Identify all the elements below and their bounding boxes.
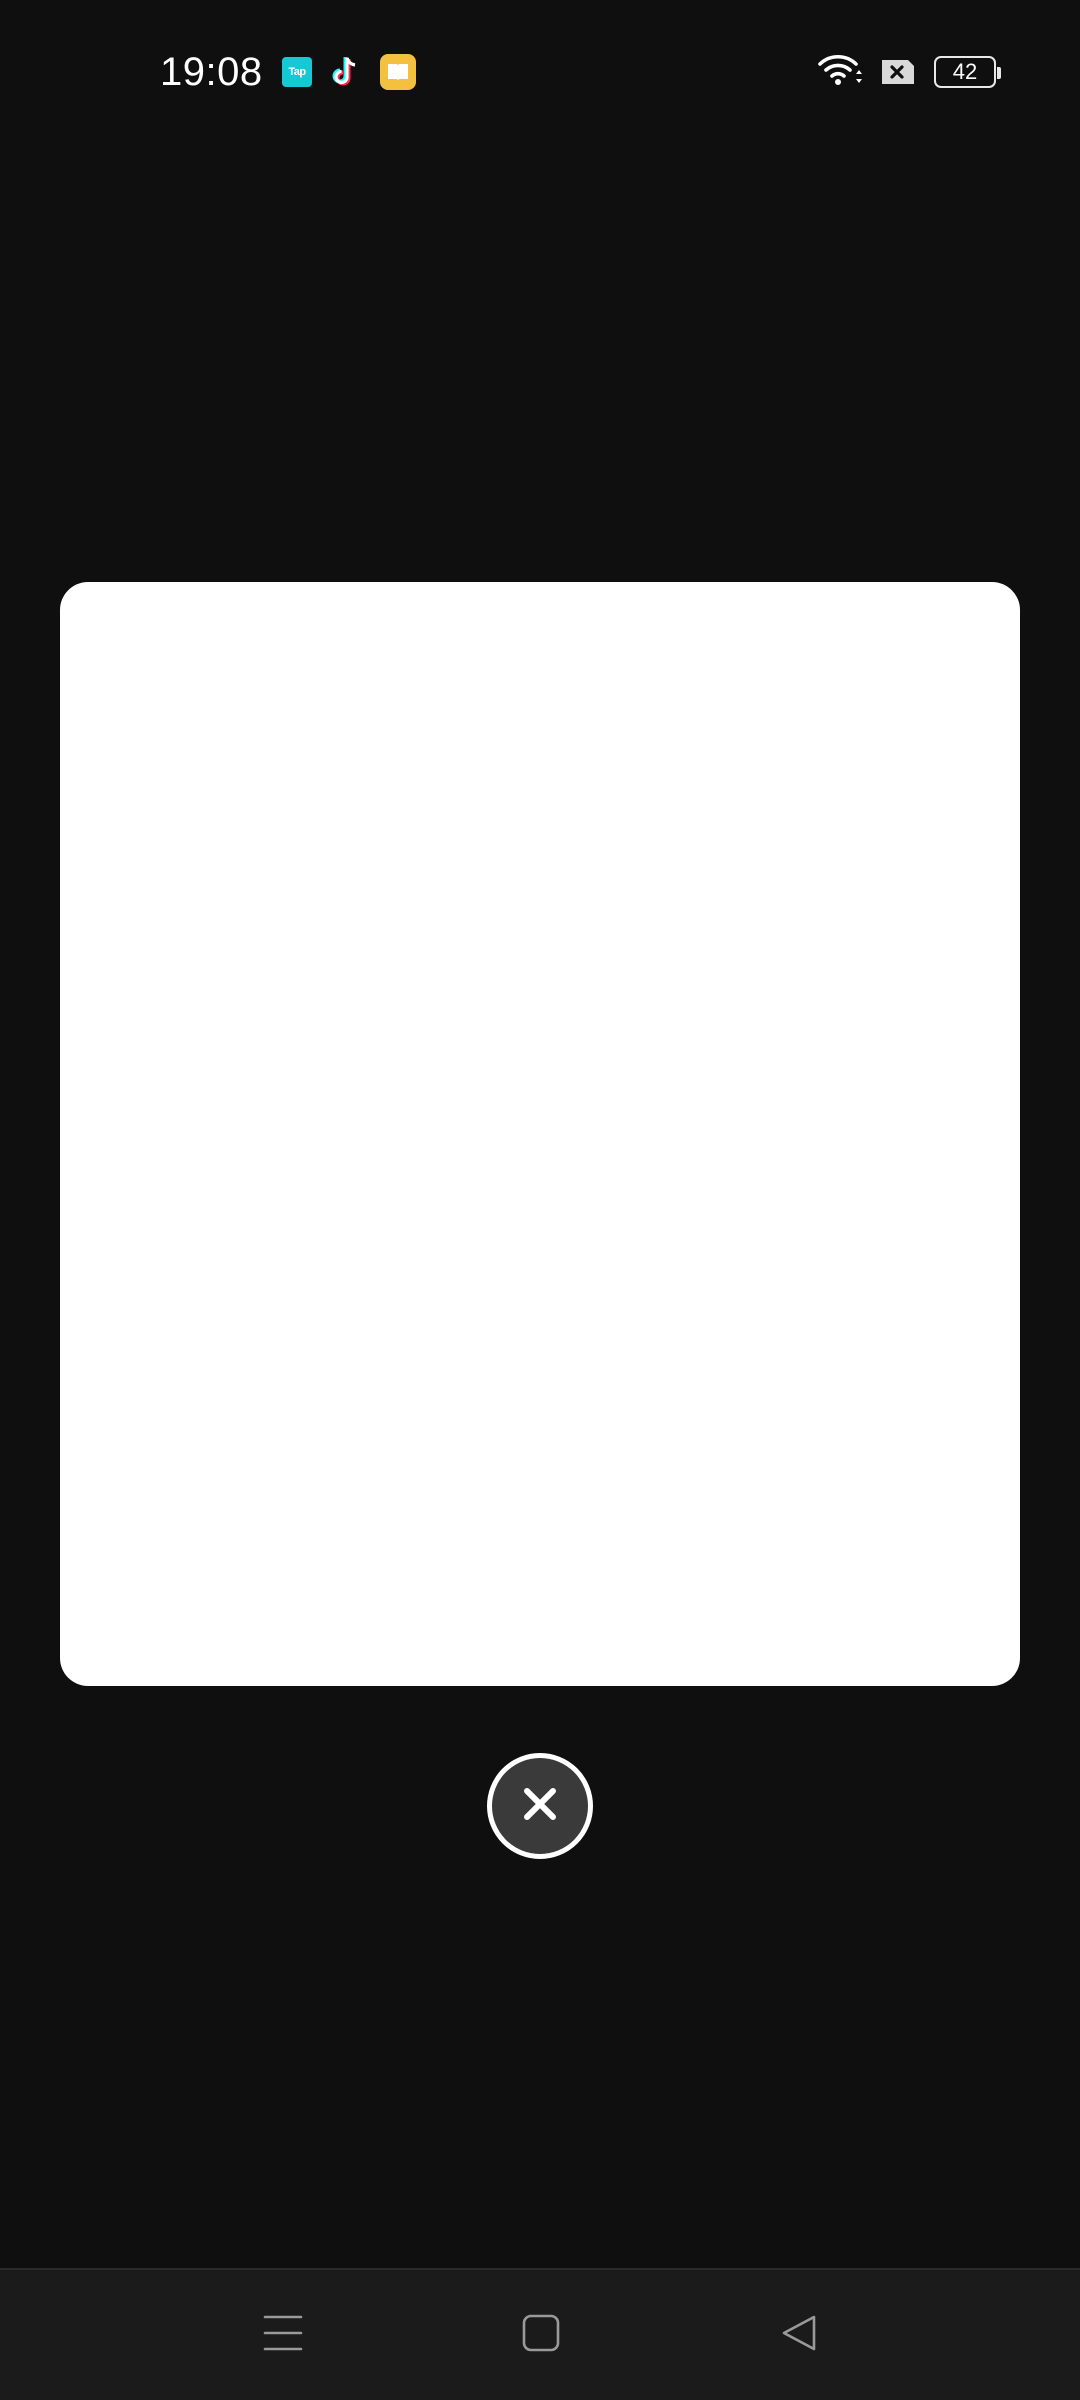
battery-cap bbox=[997, 67, 1001, 79]
status-right: 42 bbox=[818, 52, 1001, 93]
close-icon bbox=[520, 1784, 560, 1829]
tiktok-icon bbox=[328, 54, 364, 90]
status-time: 19:08 bbox=[160, 50, 263, 94]
no-sim-icon bbox=[880, 58, 916, 86]
taptap-label: Tap bbox=[288, 66, 306, 78]
menu-icon bbox=[263, 2313, 303, 2358]
home-icon bbox=[521, 2313, 561, 2358]
screen: 19:08 Tap 42 bbox=[0, 0, 1080, 2400]
nav-back-button[interactable] bbox=[764, 2300, 834, 2370]
nav-menu-button[interactable] bbox=[248, 2300, 318, 2370]
notification-icons: Tap bbox=[282, 54, 416, 90]
dialog-card[interactable] bbox=[60, 582, 1020, 1686]
battery-indicator: 42 bbox=[934, 56, 1001, 88]
wifi-icon bbox=[818, 52, 862, 93]
battery-level: 42 bbox=[952, 59, 978, 84]
reader-icon bbox=[380, 54, 416, 90]
close-button[interactable] bbox=[487, 1753, 593, 1859]
taptap-icon: Tap bbox=[282, 57, 312, 87]
nav-home-button[interactable] bbox=[506, 2300, 576, 2370]
status-bar: 19:08 Tap 42 bbox=[0, 0, 1080, 144]
navigation-bar bbox=[0, 2268, 1080, 2400]
back-icon bbox=[779, 2313, 819, 2358]
